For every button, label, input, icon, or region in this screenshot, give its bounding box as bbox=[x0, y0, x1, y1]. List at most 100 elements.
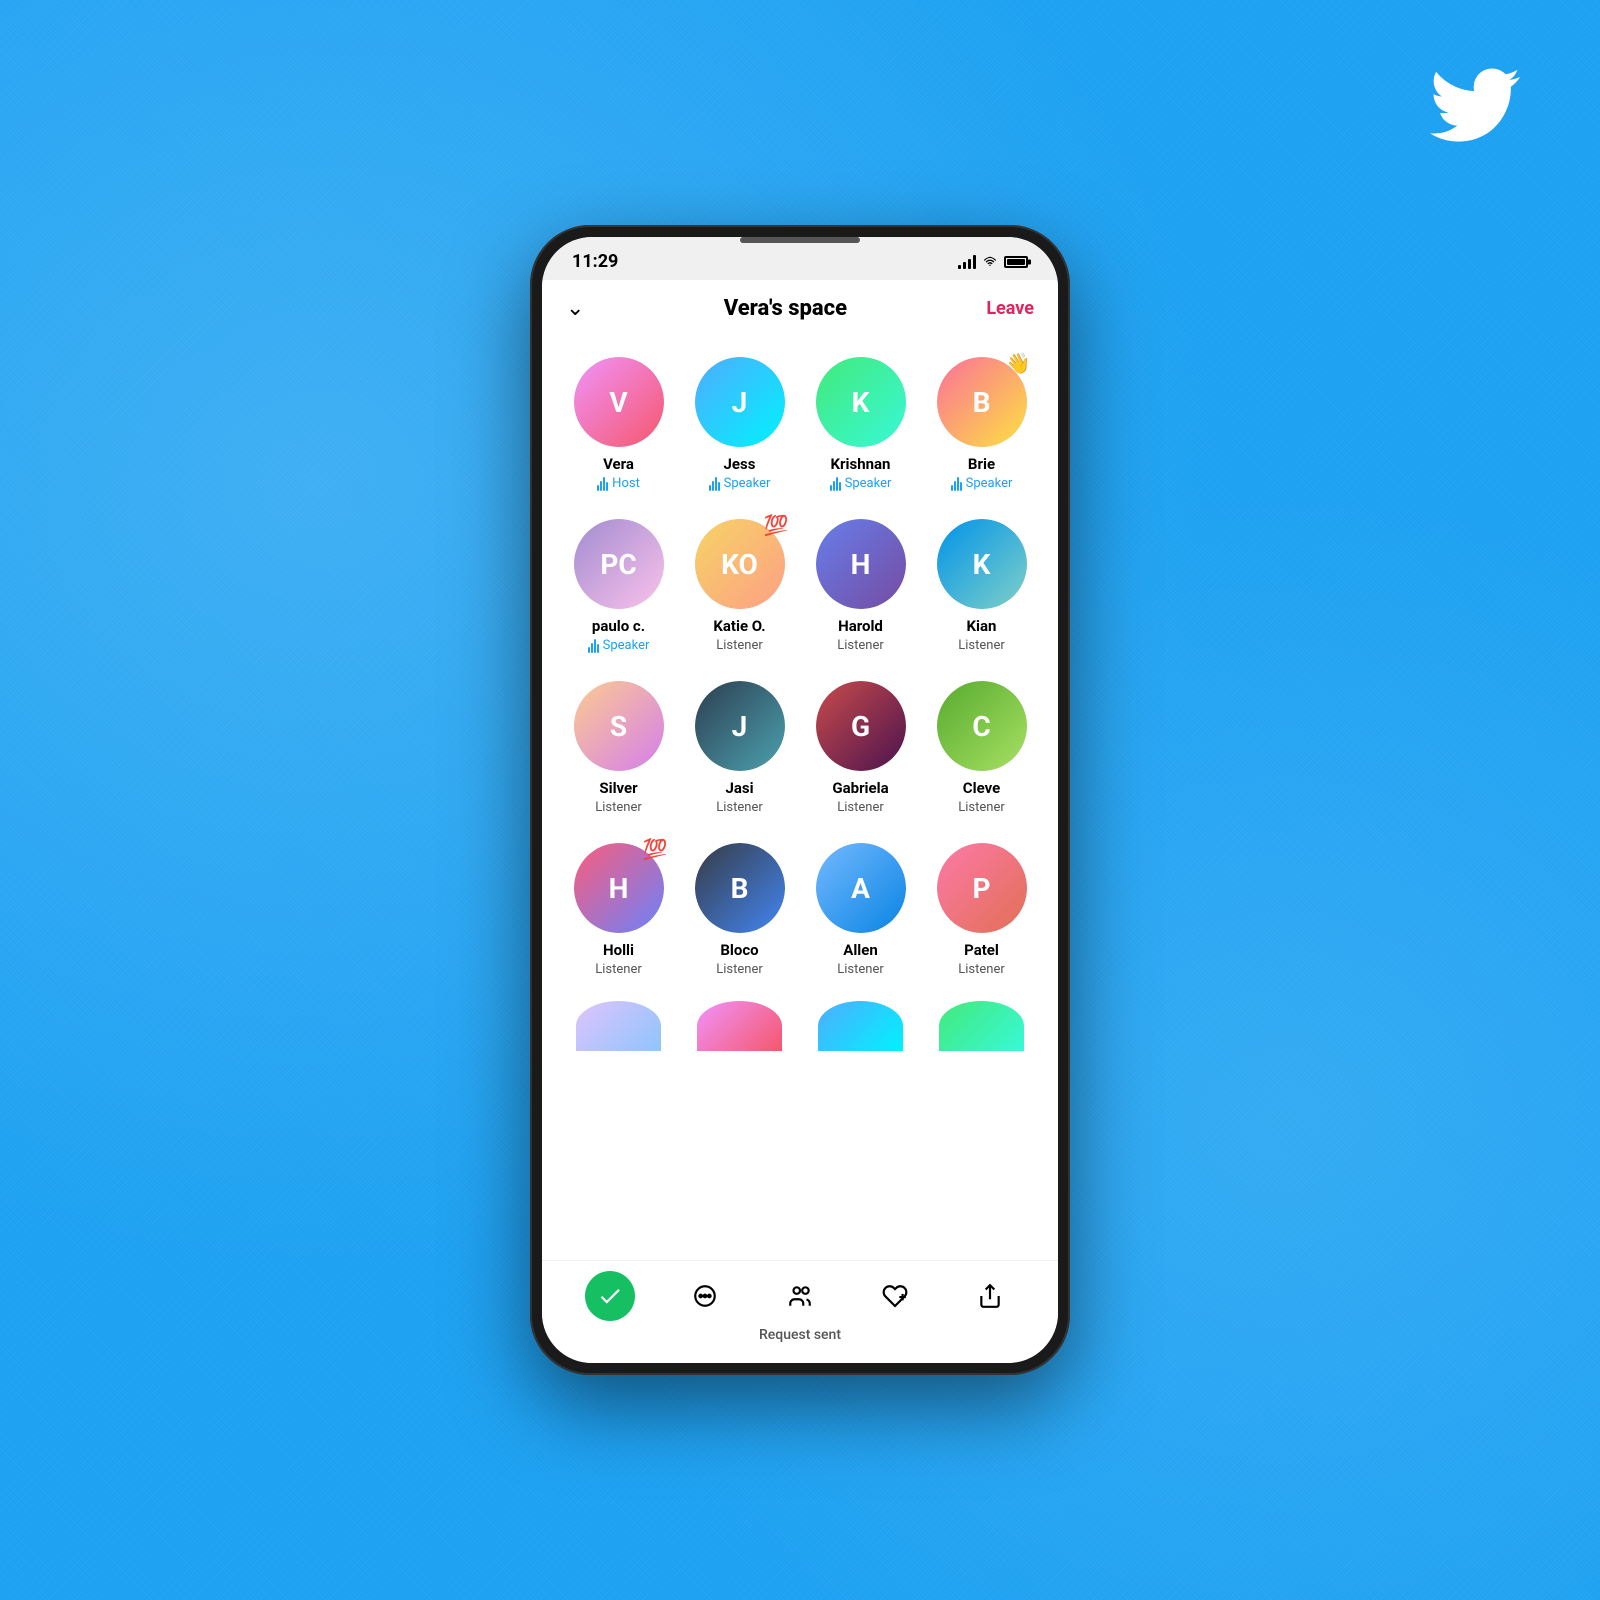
participant-krishnan[interactable]: K Krishnan Speaker bbox=[800, 343, 921, 505]
participant-name-gabriela: Gabriela bbox=[832, 779, 888, 797]
participant-name-brie: Brie bbox=[968, 455, 995, 473]
participant-patel[interactable]: P Patel Listener bbox=[921, 829, 1042, 991]
signal-icon bbox=[958, 255, 976, 269]
participant-role-jasi: Listener bbox=[716, 800, 763, 815]
avatar-wrapper-silver: S bbox=[574, 681, 664, 771]
participant-paulo[interactable]: PC paulo c. Speaker bbox=[558, 505, 679, 667]
avatar-allen: A bbox=[816, 843, 906, 933]
avatar-wrapper-krishnan: K bbox=[816, 357, 906, 447]
partial-participant-p18 bbox=[679, 991, 800, 1051]
minimize-button[interactable]: ⌄ bbox=[566, 296, 584, 321]
mic-icon-jess bbox=[709, 477, 720, 491]
phone-notch bbox=[740, 237, 860, 243]
participant-name-silver: Silver bbox=[599, 779, 637, 797]
participant-brie[interactable]: B 👋 Brie Speaker bbox=[921, 343, 1042, 505]
request-check-button[interactable] bbox=[585, 1271, 635, 1321]
participant-name-holli: Holli bbox=[603, 941, 634, 959]
avatar-patel: P bbox=[937, 843, 1027, 933]
participant-jess[interactable]: J Jess Speaker bbox=[679, 343, 800, 505]
participant-katie[interactable]: KO 💯 Katie O. Listener bbox=[679, 505, 800, 667]
partial-participant-p20 bbox=[921, 991, 1042, 1051]
participant-role-bloco: Listener bbox=[716, 962, 763, 977]
space-title: Vera's space bbox=[724, 296, 847, 321]
participant-role-harold: Listener bbox=[837, 638, 884, 653]
participant-role-paulo: Speaker bbox=[588, 638, 650, 653]
partial-participants-row bbox=[558, 991, 1042, 1051]
participant-kian[interactable]: K Kian Listener bbox=[921, 505, 1042, 667]
people-button[interactable] bbox=[775, 1271, 825, 1321]
participant-vera[interactable]: V Vera Host bbox=[558, 343, 679, 505]
participant-name-allen: Allen bbox=[843, 941, 878, 959]
participant-role-vera: Host bbox=[597, 476, 640, 491]
avatar-bloco: B bbox=[695, 843, 785, 933]
avatar-wrapper-patel: P bbox=[937, 843, 1027, 933]
battery-icon bbox=[1004, 256, 1028, 268]
participants-grid: V Vera Host J Jess Speaker K Krishnan bbox=[558, 343, 1042, 991]
emoji-badge-katie: 💯 bbox=[764, 515, 789, 535]
participant-name-harold: Harold bbox=[838, 617, 883, 635]
avatar-silver: S bbox=[574, 681, 664, 771]
participant-role-silver: Listener bbox=[595, 800, 642, 815]
leave-button[interactable]: Leave bbox=[986, 298, 1034, 319]
request-sent-label: Request sent bbox=[759, 1327, 841, 1343]
avatar-wrapper-gabriela: G bbox=[816, 681, 906, 771]
status-bar: 11:29 bbox=[542, 237, 1058, 280]
participant-bloco[interactable]: B Bloco Listener bbox=[679, 829, 800, 991]
avatar-wrapper-jasi: J bbox=[695, 681, 785, 771]
twitter-logo bbox=[1430, 60, 1520, 150]
emoji-badge-holli: 💯 bbox=[643, 839, 668, 859]
share-button[interactable] bbox=[965, 1271, 1015, 1321]
participant-harold[interactable]: H Harold Listener bbox=[800, 505, 921, 667]
wifi-icon bbox=[982, 255, 998, 269]
participant-role-holli: Listener bbox=[595, 962, 642, 977]
mic-icon-paulo bbox=[588, 639, 599, 653]
participant-name-bloco: Bloco bbox=[720, 941, 758, 959]
avatar-jess: J bbox=[695, 357, 785, 447]
status-time: 11:29 bbox=[572, 251, 618, 272]
participant-role-krishnan: Speaker bbox=[830, 476, 892, 491]
avatar-wrapper-brie: B 👋 bbox=[937, 357, 1027, 447]
participant-role-brie: Speaker bbox=[951, 476, 1013, 491]
participant-jasi[interactable]: J Jasi Listener bbox=[679, 667, 800, 829]
participant-role-jess: Speaker bbox=[709, 476, 771, 491]
participant-name-paulo: paulo c. bbox=[592, 617, 645, 635]
participant-name-kian: Kian bbox=[967, 617, 997, 635]
avatar-wrapper-kian: K bbox=[937, 519, 1027, 609]
avatar-wrapper-bloco: B bbox=[695, 843, 785, 933]
avatar-harold: H bbox=[816, 519, 906, 609]
follow-button[interactable] bbox=[870, 1271, 920, 1321]
partial-participant-p17 bbox=[558, 991, 679, 1051]
participant-name-jasi: Jasi bbox=[725, 779, 753, 797]
phone-frame: 11:29 ⌄ Vera's space Leave bbox=[530, 225, 1070, 1375]
avatar-wrapper-vera: V bbox=[574, 357, 664, 447]
avatar-paulo: PC bbox=[574, 519, 664, 609]
avatar-wrapper-jess: J bbox=[695, 357, 785, 447]
bottom-bar: Request sent bbox=[542, 1260, 1058, 1363]
participant-role-gabriela: Listener bbox=[837, 800, 884, 815]
status-icons bbox=[958, 255, 1028, 269]
participant-role-allen: Listener bbox=[837, 962, 884, 977]
app-header: ⌄ Vera's space Leave bbox=[542, 280, 1058, 333]
participant-name-patel: Patel bbox=[964, 941, 999, 959]
participants-container: V Vera Host J Jess Speaker K Krishnan bbox=[542, 333, 1058, 1260]
participant-role-katie: Listener bbox=[716, 638, 763, 653]
avatar-cleve: C bbox=[937, 681, 1027, 771]
bottom-actions bbox=[542, 1271, 1058, 1321]
avatar-kian: K bbox=[937, 519, 1027, 609]
participant-role-kian: Listener bbox=[958, 638, 1005, 653]
participant-gabriela[interactable]: G Gabriela Listener bbox=[800, 667, 921, 829]
avatar-jasi: J bbox=[695, 681, 785, 771]
avatar-wrapper-katie: KO 💯 bbox=[695, 519, 785, 609]
participant-role-patel: Listener bbox=[958, 962, 1005, 977]
participant-cleve[interactable]: C Cleve Listener bbox=[921, 667, 1042, 829]
participant-allen[interactable]: A Allen Listener bbox=[800, 829, 921, 991]
avatar-vera: V bbox=[574, 357, 664, 447]
participant-name-vera: Vera bbox=[603, 455, 634, 473]
chat-button[interactable] bbox=[680, 1271, 730, 1321]
participant-silver[interactable]: S Silver Listener bbox=[558, 667, 679, 829]
avatar-wrapper-paulo: PC bbox=[574, 519, 664, 609]
avatar-wrapper-holli: H 💯 bbox=[574, 843, 664, 933]
participant-name-cleve: Cleve bbox=[963, 779, 1000, 797]
avatar-wrapper-cleve: C bbox=[937, 681, 1027, 771]
participant-holli[interactable]: H 💯 Holli Listener bbox=[558, 829, 679, 991]
